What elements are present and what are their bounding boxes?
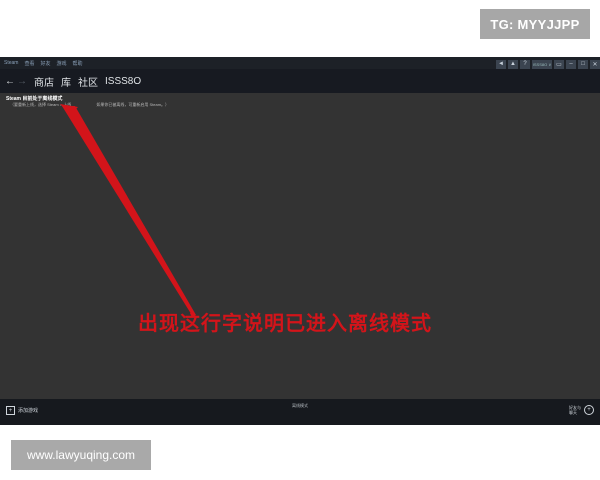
bottom-bar: + 添加游戏 离线模式 好友与 聊天 + (0, 399, 600, 425)
back-arrow-icon[interactable]: ← (4, 76, 16, 87)
user-menu[interactable]: ISSS8O ∨ (532, 59, 552, 69)
nav-store[interactable]: 商店 (34, 74, 54, 89)
forward-arrow-icon[interactable]: → (16, 76, 28, 87)
menu-item-friends[interactable]: 好友 (40, 60, 50, 67)
help-icon[interactable]: ? (520, 59, 530, 69)
friends-chat-label: 好友与 聊天 (569, 405, 581, 415)
steam-window: Steam 查看 好友 游戏 帮助 ◄ ▲ ? ISSS8O ∨ ▭ – □ ✕… (0, 57, 600, 425)
nav-library[interactable]: 库 (61, 74, 71, 89)
offline-mode-status: 离线模式 (292, 403, 308, 408)
friends-chat-button[interactable]: 好友与 聊天 + (569, 405, 594, 415)
menu-item-steam[interactable]: Steam (4, 60, 18, 66)
menu-item-games[interactable]: 游戏 (56, 60, 66, 67)
chat-icon: + (584, 405, 594, 415)
annotation-arrow-icon (60, 104, 196, 317)
announcement-icon[interactable]: ◄ (496, 59, 506, 69)
minimize-icon[interactable]: – (566, 59, 576, 69)
annotation-text: 出现这行字说明已进入离线模式 (138, 313, 432, 335)
menu-item-help[interactable]: 帮助 (73, 60, 83, 67)
maximize-icon[interactable]: □ (578, 59, 588, 69)
site-watermark: www.lawyuqing.com (11, 440, 151, 470)
nav-profile[interactable]: ISSS8O (105, 76, 141, 87)
menu-item-view[interactable]: 查看 (24, 60, 34, 67)
close-icon[interactable]: ✕ (590, 59, 600, 69)
tg-watermark: TG: MYYJJPP (480, 9, 590, 39)
nav-bar: ← → 商店 库 社区 ISSS8O (0, 69, 600, 93)
bigpicture-icon[interactable]: ▭ (554, 59, 564, 69)
nav-community[interactable]: 社区 (78, 74, 98, 89)
notification-icon[interactable]: ▲ (508, 59, 518, 69)
